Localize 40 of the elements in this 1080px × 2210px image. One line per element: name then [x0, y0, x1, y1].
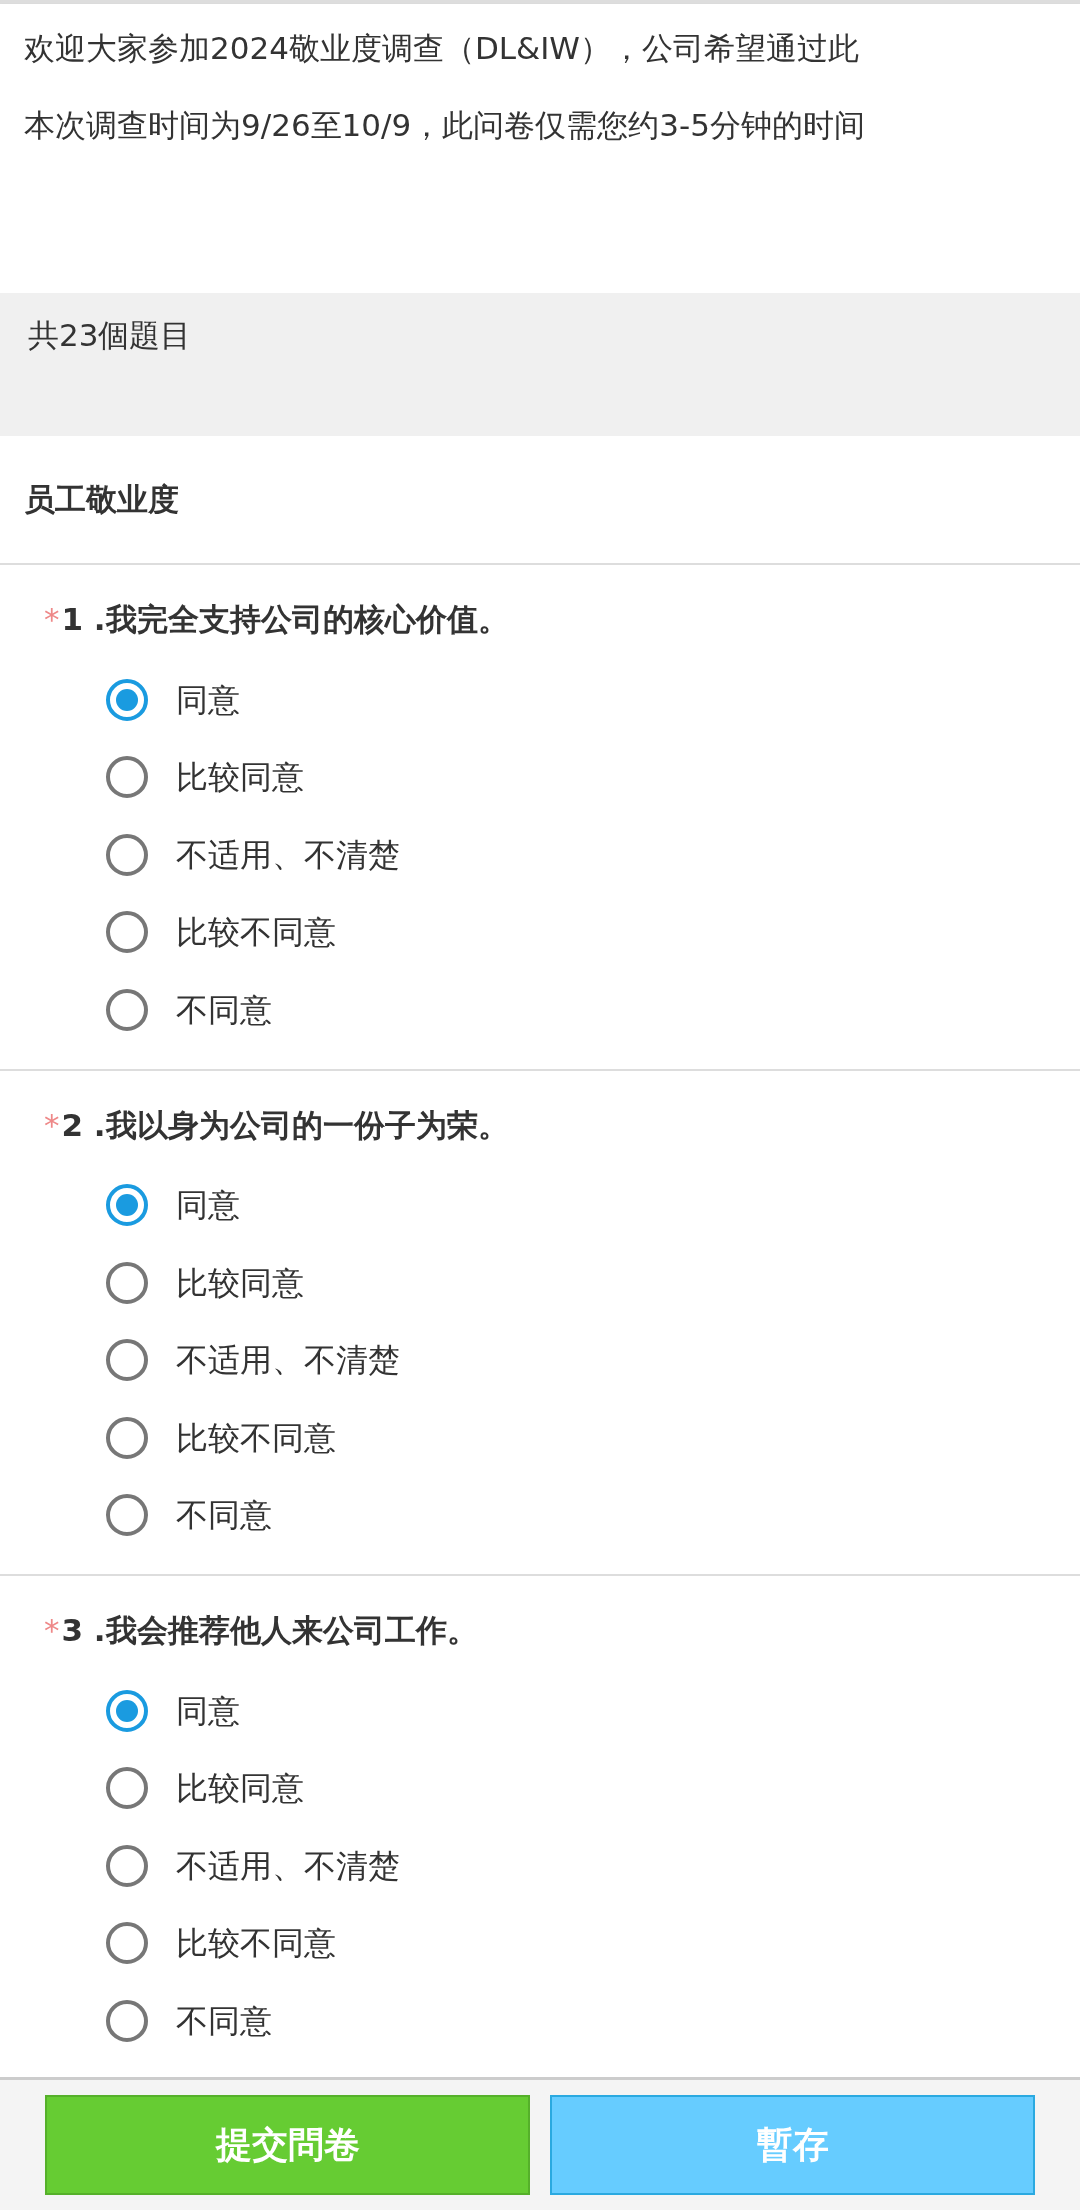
- option-label[interactable]: 不适用、不清楚: [176, 832, 400, 877]
- intro-text: 欢迎大家参加2024敬业度调查（DL&IW），公司希望通过此: [24, 29, 859, 68]
- option-label[interactable]: 不同意: [176, 1998, 272, 2043]
- radio-button[interactable]: [106, 988, 148, 1031]
- required-mark: *: [44, 1105, 60, 1145]
- radio-button[interactable]: [106, 1844, 148, 1887]
- radio-button[interactable]: [106, 756, 148, 799]
- option-label[interactable]: 比较不同意: [176, 1921, 336, 1966]
- intro-text: 本次调查时间为9/26至10/9，此问卷仅需您约3-5分钟的时间: [24, 106, 865, 145]
- radio-button[interactable]: [106, 911, 148, 954]
- radio-button[interactable]: [106, 1689, 148, 1732]
- radio-button[interactable]: [106, 1184, 148, 1227]
- option-label[interactable]: 不同意: [176, 987, 272, 1032]
- radio-button[interactable]: [106, 678, 148, 721]
- required-mark: *: [44, 1611, 60, 1650]
- option-label[interactable]: 不适用、不清楚: [176, 1843, 400, 1888]
- question-count: 共23個題目: [28, 317, 192, 353]
- radio-button[interactable]: [106, 1922, 148, 1965]
- radio-button[interactable]: [106, 1494, 148, 1537]
- option-label[interactable]: 同意: [176, 1183, 240, 1228]
- question-title: 3 .我会推荐他人来公司工作。: [61, 1611, 478, 1650]
- radio-button[interactable]: [106, 1767, 148, 1810]
- option-label[interactable]: 不适用、不清楚: [176, 1338, 400, 1383]
- option-label[interactable]: 同意: [176, 677, 240, 722]
- section-title: 员工敬业度: [24, 479, 179, 519]
- radio-button[interactable]: [106, 1999, 148, 2042]
- option-label[interactable]: 比较不同意: [176, 910, 336, 955]
- question-title: 1 .我完全支持公司的核心价值。: [61, 600, 509, 639]
- radio-button[interactable]: [106, 1339, 148, 1382]
- option-label[interactable]: 同意: [176, 1688, 240, 1733]
- question-title: 2 .我以身为公司的一份子为荣。: [61, 1105, 509, 1145]
- radio-button[interactable]: [106, 1416, 148, 1459]
- radio-button[interactable]: [106, 833, 148, 876]
- option-label[interactable]: 比较同意: [176, 755, 304, 800]
- option-label[interactable]: 比较不同意: [176, 1415, 336, 1460]
- radio-button[interactable]: [106, 1261, 148, 1304]
- option-label[interactable]: 比较同意: [176, 1260, 304, 1305]
- required-mark: *: [44, 600, 60, 639]
- option-label[interactable]: 不同意: [176, 1493, 272, 1538]
- option-label[interactable]: 比较同意: [176, 1766, 304, 1811]
